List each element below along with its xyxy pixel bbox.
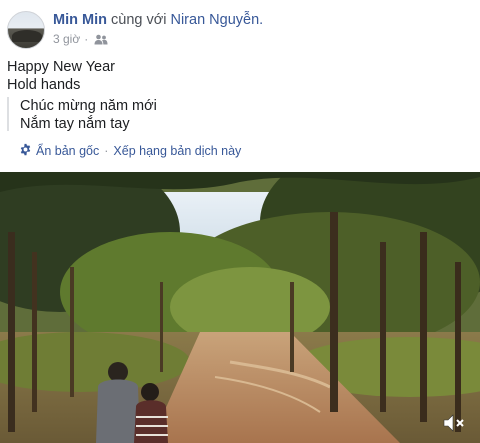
post-line-1: Happy New Year bbox=[7, 59, 116, 75]
translation-block: Chúc mừng năm mới Nắm tay nắm tay bbox=[7, 97, 473, 132]
show-original-link[interactable]: Ẩn bản gốc bbox=[36, 144, 99, 158]
rate-translation-link[interactable]: Xếp hạng bản dịch này bbox=[113, 144, 241, 158]
post-meta: 3 giờ · bbox=[53, 32, 108, 46]
post-header: Min Min cùng với Niran Nguyễn. bbox=[53, 12, 263, 28]
translation-actions: Ẩn bản gốc · Xếp hạng bản dịch này bbox=[19, 143, 241, 159]
author-name[interactable]: Min Min bbox=[53, 12, 107, 28]
muted-speaker-icon[interactable] bbox=[442, 412, 466, 434]
actions-separator: · bbox=[104, 144, 109, 158]
tagged-user[interactable]: Niran Nguyễn. bbox=[170, 12, 263, 28]
timestamp[interactable]: 3 giờ bbox=[53, 32, 80, 46]
feed-post: Min Min cùng với Niran Nguyễn. 3 giờ · H… bbox=[0, 0, 480, 443]
post-line-2: Hold hands bbox=[7, 77, 81, 93]
with-text: cùng với bbox=[111, 12, 167, 28]
friends-icon[interactable] bbox=[94, 34, 108, 45]
meta-separator: · bbox=[84, 32, 89, 46]
translation-line-2: Nắm tay nắm tay bbox=[20, 116, 130, 132]
video-player[interactable] bbox=[0, 172, 480, 443]
post-text: Happy New Year Hold hands bbox=[7, 58, 115, 94]
translation-line-1: Chúc mừng năm mới bbox=[20, 98, 157, 114]
video-frame bbox=[0, 172, 480, 443]
gear-icon[interactable] bbox=[19, 143, 32, 159]
avatar[interactable] bbox=[7, 11, 45, 49]
